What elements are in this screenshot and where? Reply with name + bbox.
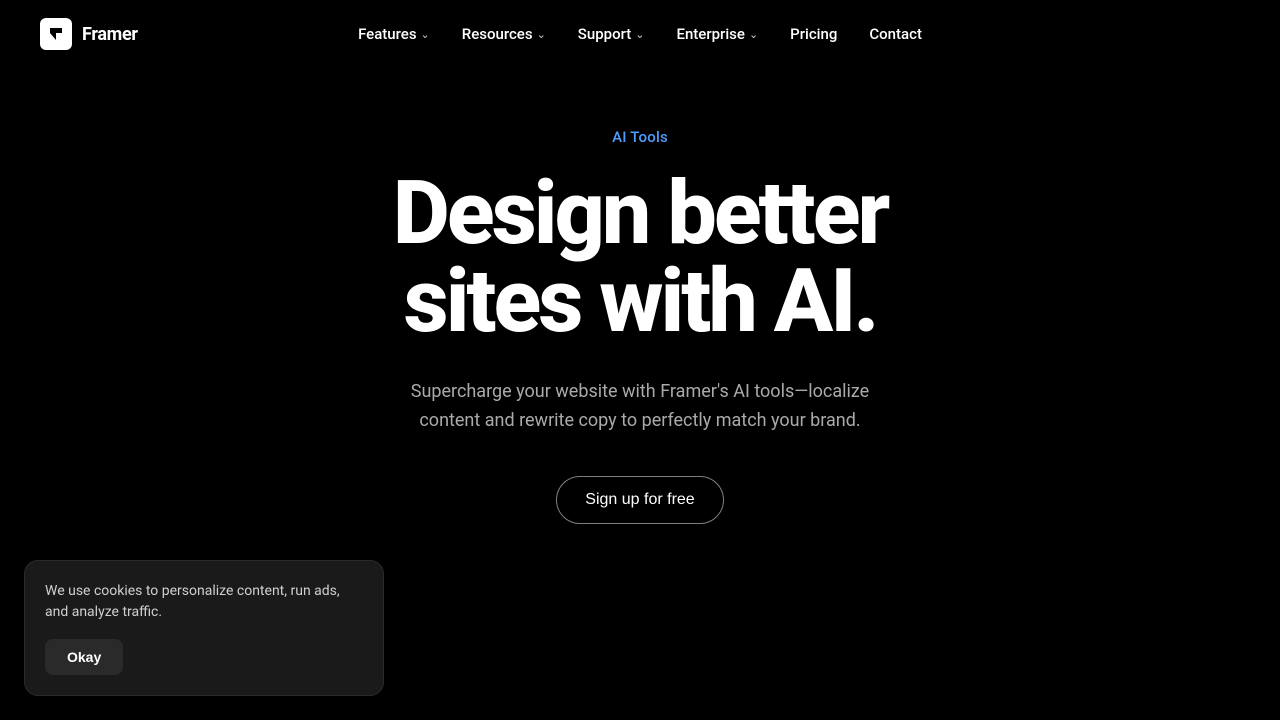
- chevron-down-icon: ⌄: [635, 28, 644, 41]
- logo-icon: [40, 18, 72, 50]
- nav-links: Features ⌄ Resources ⌄ Support ⌄ Enterpr…: [346, 17, 934, 51]
- chevron-down-icon: ⌄: [749, 28, 758, 41]
- hero-eyebrow: AI Tools: [612, 128, 668, 146]
- nav-resources[interactable]: Resources ⌄: [450, 17, 558, 51]
- brand: Framer: [40, 18, 138, 50]
- chevron-down-icon: ⌄: [537, 28, 546, 41]
- nav-pricing[interactable]: Pricing: [778, 17, 849, 51]
- nav-contact[interactable]: Contact: [857, 17, 934, 51]
- hero-section: AI Tools Design better sites with AI. Su…: [0, 68, 1280, 524]
- cookie-banner: We use cookies to personalize content, r…: [24, 560, 384, 696]
- cookie-okay-button[interactable]: Okay: [45, 639, 123, 675]
- signup-button[interactable]: Sign up for free: [556, 476, 723, 524]
- nav-enterprise[interactable]: Enterprise ⌄: [664, 17, 770, 51]
- cookie-message: We use cookies to personalize content, r…: [45, 581, 363, 623]
- nav-support[interactable]: Support ⌄: [566, 17, 657, 51]
- navbar: Framer Features ⌄ Resources ⌄ Support ⌄ …: [0, 0, 1280, 68]
- hero-subtitle: Supercharge your website with Framer's A…: [410, 378, 870, 436]
- chevron-down-icon: ⌄: [421, 28, 430, 41]
- nav-features[interactable]: Features ⌄: [346, 17, 442, 51]
- brand-name: Framer: [82, 24, 138, 45]
- hero-title: Design better sites with AI.: [393, 170, 887, 346]
